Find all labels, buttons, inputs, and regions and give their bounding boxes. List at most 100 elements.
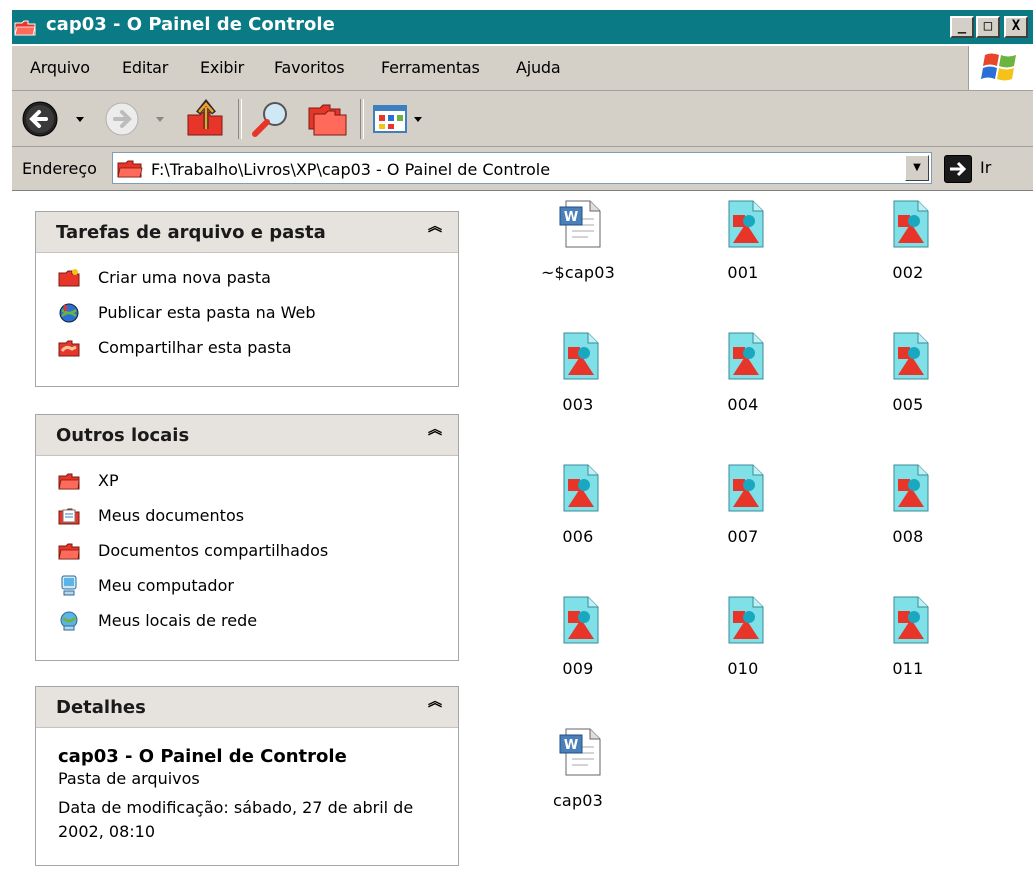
file-item[interactable]: 009 [518,595,638,705]
views-button[interactable] [370,99,428,139]
panel-header[interactable]: Outros locais ︽ [36,415,458,456]
go-arrow-icon [944,155,972,183]
title-bar[interactable]: cap03 - O Painel de Controle _ □ X [0,0,1033,46]
panel-title: Tarefas de arquivo e pasta [56,222,326,243]
menu-exibir[interactable]: Exibir [200,58,244,77]
file-item[interactable]: 001 [683,199,803,309]
image-file-icon [563,332,599,380]
panel-title: Outros locais [56,425,190,446]
file-item[interactable]: 004 [683,331,803,441]
panel-header[interactable]: Detalhes ︽ [36,687,458,728]
word-document-icon: W [559,200,601,248]
file-item[interactable]: W ~$cap03 [518,199,638,309]
window-title: cap03 - O Painel de Controle [46,14,335,35]
file-item[interactable]: 007 [683,463,803,573]
folder-icon [58,473,80,490]
menu-editar[interactable]: Editar [122,58,168,77]
image-file-icon [563,464,599,512]
other-places-panel: Outros locais ︽ XP Meus documentos Docum… [35,414,459,661]
place-label: Meus locais de rede [98,611,258,630]
address-input[interactable]: F:\Trabalho\Livros\XP\cap03 - O Painel d… [112,152,932,184]
minimize-button[interactable]: _ [950,16,974,38]
back-button[interactable] [20,99,90,139]
place-label: Documentos compartilhados [98,541,329,560]
task-new-folder[interactable]: Criar uma nova pasta [58,263,438,298]
toolbar-separator [360,99,364,139]
place-xp[interactable]: XP [58,466,438,501]
file-name: 009 [562,659,594,678]
file-item[interactable]: 002 [848,199,968,309]
file-name: 005 [892,395,924,414]
image-file-icon [728,332,764,380]
task-label: Criar uma nova pasta [98,268,271,287]
up-folder-button[interactable] [184,99,228,139]
details-modified: Data de modificação: sábado, 27 de abril… [58,798,414,841]
panel-header[interactable]: Tarefas de arquivo e pasta ︽ [36,212,458,253]
go-button[interactable]: Ir [944,155,1024,183]
file-item[interactable]: 010 [683,595,803,705]
file-name: 001 [727,263,759,282]
menu-arquivo[interactable]: Arquivo [30,58,90,77]
go-label: Ir [980,158,992,177]
svg-text:W: W [564,738,578,753]
publish-web-icon [59,303,79,323]
task-share-folder[interactable]: Compartilhar esta pasta [58,333,438,368]
image-file-icon [893,596,929,644]
collapse-chevron-icon[interactable]: ︽ [428,220,442,234]
place-label: Meu computador [98,576,234,595]
folders-button[interactable] [306,99,350,139]
details-panel: Detalhes ︽ cap03 - O Painel de Controle … [35,686,459,866]
share-folder-icon [58,340,80,357]
details-type: Pasta de arquivos [58,769,200,788]
file-item[interactable]: 008 [848,463,968,573]
image-file-icon [728,200,764,248]
word-document-icon: W [559,728,601,776]
file-name: ~$cap03 [540,263,616,282]
file-item[interactable]: 011 [848,595,968,705]
place-label: Meus documentos [98,506,245,525]
image-file-icon [563,596,599,644]
menu-favoritos[interactable]: Favoritos [274,58,345,77]
task-publish-web[interactable]: Publicar esta pasta na Web [58,298,438,333]
file-name: cap03 [552,791,604,810]
menu-ferramentas[interactable]: Ferramentas [381,58,480,77]
task-label: Publicar esta pasta na Web [98,303,316,322]
file-name: 003 [562,395,594,414]
file-name: 011 [892,659,924,678]
image-file-icon [893,332,929,380]
place-network[interactable]: Meus locais de rede [58,606,438,641]
file-item[interactable]: 006 [518,463,638,573]
my-documents-icon [58,508,80,525]
file-folder-tasks-panel: Tarefas de arquivo e pasta ︽ Criar uma n… [35,211,459,387]
address-value: F:\Trabalho\Livros\XP\cap03 - O Painel d… [151,160,551,179]
file-name: 002 [892,263,924,282]
my-computer-icon [61,575,77,596]
file-name: 010 [727,659,759,678]
address-bar: Endereço F:\Trabalho\Livros\XP\cap03 - O… [12,147,1033,191]
collapse-chevron-icon[interactable]: ︽ [428,695,442,709]
panel-title: Detalhes [56,697,146,718]
place-my-computer[interactable]: Meu computador [58,571,438,606]
folder-icon [117,160,143,178]
file-item[interactable]: 005 [848,331,968,441]
collapse-chevron-icon[interactable]: ︽ [428,423,442,437]
address-dropdown-button[interactable]: ▼ [905,155,929,181]
forward-button[interactable] [102,99,172,139]
maximize-button[interactable]: □ [976,16,1000,38]
file-item[interactable]: Wcap03 [518,727,638,837]
file-item[interactable]: 003 [518,331,638,441]
details-name: cap03 - O Painel de Controle [58,746,347,767]
place-my-documents[interactable]: Meus documentos [58,501,438,536]
file-name: 007 [727,527,759,546]
close-button[interactable]: X [1004,16,1028,38]
explorer-window: cap03 - O Painel de Controle _ □ X Arqui… [0,0,1033,893]
windows-flag-icon [981,53,1016,81]
menu-ajuda[interactable]: Ajuda [516,58,561,77]
network-places-icon [60,611,78,631]
place-shared-documents[interactable]: Documentos compartilhados [58,536,438,571]
folder-icon [14,20,36,36]
image-file-icon [728,464,764,512]
shared-documents-icon [58,543,80,560]
image-file-icon [893,200,929,248]
search-button[interactable] [250,99,294,139]
